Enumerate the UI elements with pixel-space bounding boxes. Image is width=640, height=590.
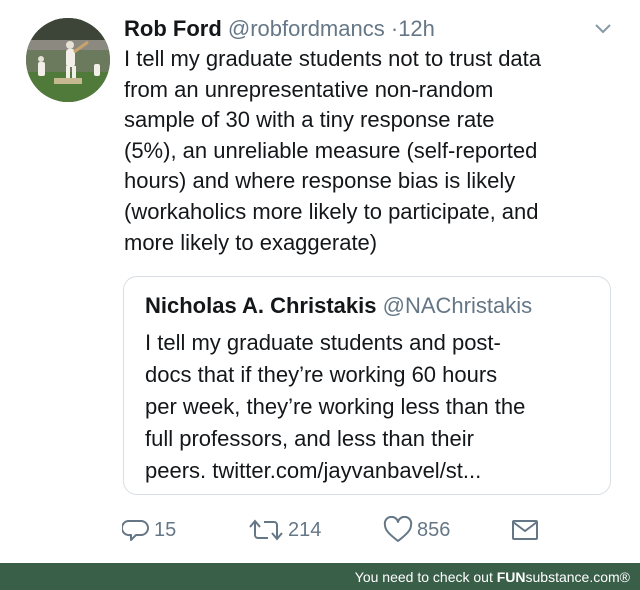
envelope-icon — [512, 520, 538, 540]
chevron-down-icon[interactable] — [594, 22, 612, 36]
quoted-tweet-text: I tell my graduate students and post- do… — [145, 327, 525, 487]
footer-brand-rest: substance.com® — [525, 569, 630, 585]
reply-count: 15 — [154, 518, 177, 541]
quoted-text-line: I tell my graduate students and post- — [145, 330, 501, 355]
footer-prefix: You need to check out — [354, 569, 497, 585]
quoted-tweet-card[interactable]: Nicholas A. Christakis @NAChristakis I t… — [123, 276, 611, 495]
watermark-footer: You need to check out FUNsubstance.com® — [0, 563, 640, 590]
quoted-text-line: full professors, and less than their — [145, 426, 474, 451]
tweet-text-line: hours) and where response bias is likely — [124, 168, 516, 194]
quoted-author-handle: @NAChristakis — [382, 293, 533, 318]
direct-message-button[interactable] — [510, 512, 540, 548]
tweet-text-line: I tell my graduate students not to trust… — [124, 46, 542, 71]
retweet-count: 214 — [288, 518, 322, 541]
tweet-header: Rob Ford @robfordmancs ·12h — [124, 14, 580, 44]
tweet-text-line: (workaholics more likely to participate,… — [124, 198, 539, 224]
quoted-author-name: Nicholas A. Christakis — [145, 293, 377, 318]
quoted-text-line: peers. twitter.com/jayvanbavel/st... — [145, 458, 482, 483]
timestamp[interactable]: 12h — [398, 16, 435, 41]
quoted-text-line: per week, they’re working less than the — [145, 394, 526, 419]
quoted-text-line: docs that if they’re working 60 hours — [145, 362, 498, 387]
author-name[interactable]: Rob Ford — [124, 16, 222, 41]
author-handle[interactable]: @robfordmancs — [228, 16, 385, 41]
like-button[interactable]: 856 — [383, 512, 450, 548]
tweet-text-line: sample of 30 with a tiny response rate — [124, 107, 495, 133]
avatar[interactable] — [26, 18, 110, 102]
tweet-text-line: (5%), an unreliable measure (self-report… — [124, 137, 538, 163]
footer-brand-bold: FUN — [496, 569, 526, 585]
quoted-tweet-header: Nicholas A. Christakis @NAChristakis — [145, 291, 532, 321]
tweet-actions: 15 214 856 — [122, 512, 542, 548]
tweet-text-line: more likely to exaggerate) — [124, 229, 378, 255]
retweet-icon — [249, 519, 283, 541]
heart-icon — [383, 516, 413, 542]
reply-icon — [122, 520, 149, 541]
like-count: 856 — [417, 518, 451, 541]
tweet-text: I tell my graduate students not to trust… — [124, 44, 624, 258]
tweet-text-line: from an unrepresentative non-random — [124, 76, 494, 102]
reply-button[interactable]: 15 — [122, 512, 176, 548]
cricket-photo-image — [26, 18, 110, 102]
retweet-button[interactable]: 214 — [248, 512, 321, 548]
footer-text: You need to check out FUNsubstance.com® — [355, 568, 630, 586]
